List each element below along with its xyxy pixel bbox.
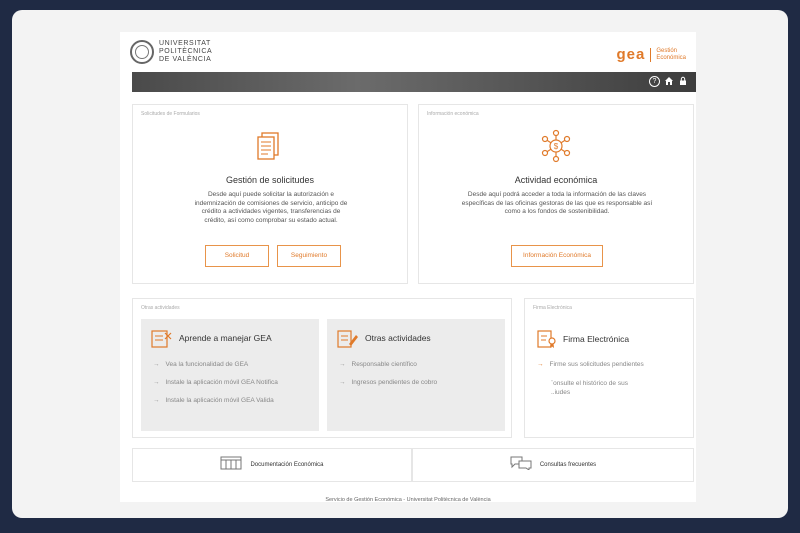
economica-description: Desde aquí podrá acceder a toda la infor… — [461, 191, 653, 215]
svg-text:$: $ — [554, 142, 559, 151]
firma-caption: Firma Electrónica — [533, 305, 572, 311]
link-gea-notifica[interactable]: → Instale la aplicación móvil GEA Notific… — [153, 379, 278, 386]
otras-caption: Otras actividades — [141, 305, 180, 311]
solicitudes-caption: Solicitudes de Formularios — [141, 111, 200, 117]
economica-title: Actividad económica — [514, 175, 598, 185]
arrow-icon: → — [153, 361, 160, 368]
gea-subtitle: Gestión Económica — [656, 47, 686, 61]
link-firme-solicitudes[interactable]: → Firme sus solicitudes pendientes — [537, 361, 644, 368]
upv-seal-icon — [130, 40, 154, 64]
otras-actividades-card: Otras actividades → Responsable científic… — [327, 319, 505, 431]
economica-panel: Información económica $ Actividad económ… — [418, 104, 694, 284]
firma-title: Firma Electrónica — [563, 334, 630, 344]
solicitud-button[interactable]: Solicitud — [205, 245, 269, 267]
otras-title: Otras actividades — [365, 333, 431, 343]
solicitudes-description: Desde aquí puede solicitar la autorizaci… — [194, 191, 348, 224]
informacion-economica-button[interactable]: Información Económica — [511, 245, 603, 267]
arrow-icon: → — [339, 379, 346, 386]
economica-caption: Información económica — [427, 111, 479, 117]
learn-icon — [151, 329, 173, 354]
solicitudes-panel: Solicitudes de Formularios Gestión de so… — [132, 104, 408, 284]
link-responsable-cientifico[interactable]: → Responsable científico — [339, 361, 417, 368]
edit-document-icon — [337, 329, 359, 354]
consultas-frecuentes-button[interactable]: Consultas frecuentes — [412, 448, 694, 482]
header: UNIVERSITAT POLITÈCNICA DE VALÈNCIA gea … — [120, 32, 696, 72]
seguimiento-button[interactable]: Seguimiento — [277, 245, 341, 267]
footer-text: Servicio de Gestión Económica - Universi… — [325, 497, 491, 503]
arrow-icon: → — [537, 361, 544, 368]
upv-name: UNIVERSITAT POLITÈCNICA DE VALÈNCIA — [159, 40, 213, 63]
otras-actividades-panel: Otras actividades Aprende a manejar GEA … — [132, 298, 512, 438]
documents-icon — [255, 131, 281, 166]
link-consulte-historico[interactable]: ¨onsulte el histórico de sus ..iudes — [551, 379, 628, 397]
certificate-icon — [537, 329, 557, 354]
link-ingresos-pendientes[interactable]: → Ingresos pendientes de cobro — [339, 379, 437, 386]
arrow-icon: → — [153, 379, 160, 386]
page: UNIVERSITAT POLITÈCNICA DE VALÈNCIA gea … — [120, 32, 696, 503]
lock-icon[interactable] — [677, 76, 688, 87]
network-coin-icon: $ — [539, 129, 573, 168]
gea-wordmark: gea — [616, 46, 646, 63]
firma-panel: Firma Electrónica Firma Electrónica → Fir… — [524, 298, 694, 438]
documentacion-label: Documentación Económica — [250, 462, 324, 468]
chat-icon — [510, 456, 532, 475]
screen-frame: UNIVERSITAT POLITÈCNICA DE VALÈNCIA gea … — [12, 10, 788, 518]
link-gea-valida[interactable]: → Instale la aplicación móvil GEA Valida — [153, 397, 274, 404]
aprende-card: Aprende a manejar GEA → Vea la funcionali… — [141, 319, 319, 431]
library-icon — [220, 456, 242, 475]
link-funcionalidad-gea[interactable]: → Vea la funcionalidad de GEA — [153, 361, 248, 368]
arrow-icon: → — [153, 397, 160, 404]
top-bar: ? — [132, 72, 696, 92]
help-icon[interactable]: ? — [649, 76, 660, 87]
upv-logo[interactable]: UNIVERSITAT POLITÈCNICA DE VALÈNCIA — [130, 40, 212, 64]
solicitudes-title: Gestión de solicitudes — [225, 175, 315, 185]
documentacion-economica-button[interactable]: Documentación Económica — [132, 448, 412, 482]
arrow-icon: → — [339, 361, 346, 368]
consultas-label: Consultas frecuentes — [539, 462, 597, 468]
aprende-title: Aprende a manejar GEA — [179, 333, 272, 343]
home-icon[interactable] — [663, 76, 674, 87]
gea-separator — [650, 47, 652, 62]
gea-logo[interactable]: gea Gestión Económica — [616, 46, 686, 63]
